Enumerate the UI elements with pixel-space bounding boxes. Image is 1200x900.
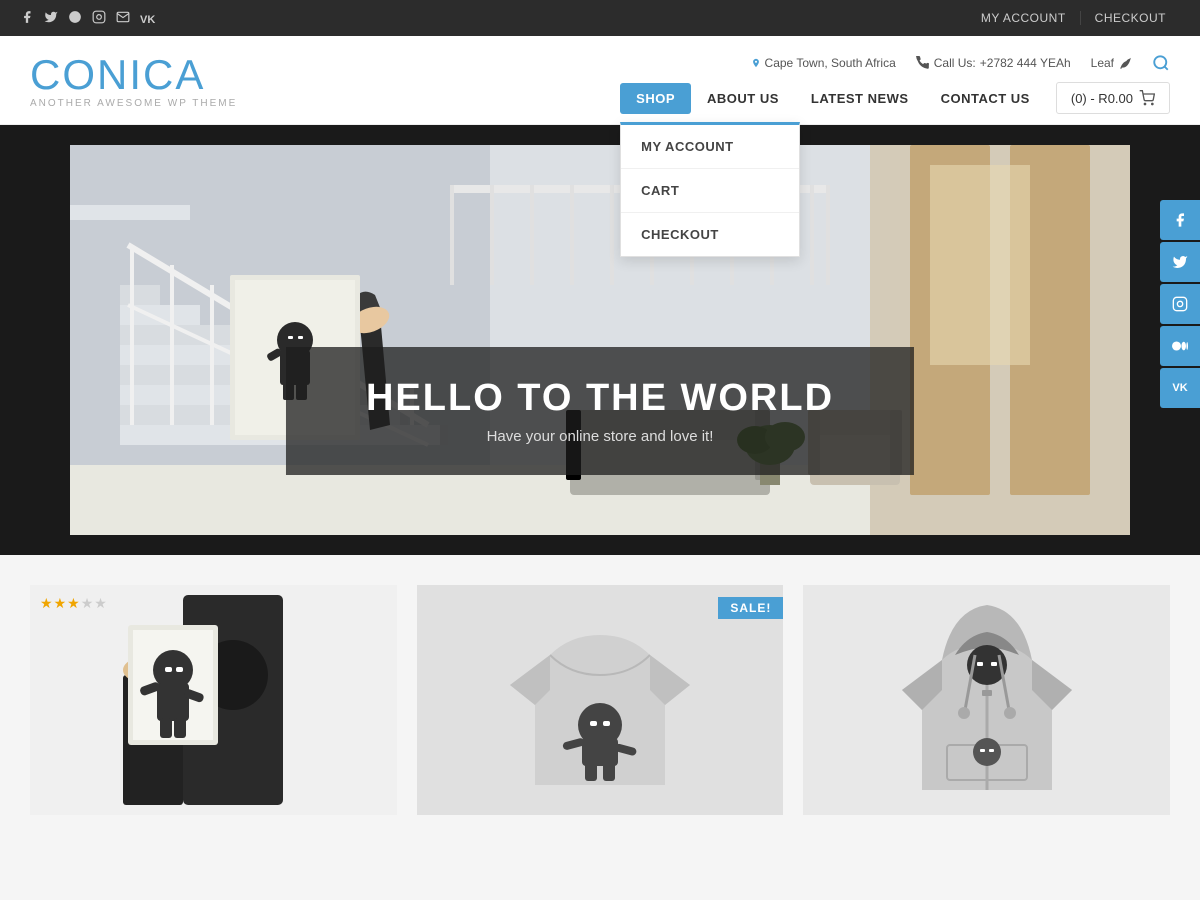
star-5: ★: [94, 595, 107, 612]
sale-badge: SALE!: [718, 597, 783, 619]
products-grid: ★ ★ ★ ★ ★: [30, 585, 1170, 815]
phone-info: Call Us: +2782 444 YEAh: [916, 56, 1071, 70]
vk-social-link[interactable]: VK: [140, 11, 155, 26]
nav-about-us[interactable]: ABOUT US: [691, 83, 795, 114]
dropdown-checkout[interactable]: CHECKOUT: [621, 213, 799, 256]
twitter-social-link[interactable]: [44, 10, 58, 27]
star-3: ★: [67, 595, 80, 612]
sidebar-instagram-btn[interactable]: [1160, 284, 1200, 324]
facebook-social-link[interactable]: [20, 10, 34, 27]
dropdown-my-account[interactable]: MY ACCOUNT: [621, 125, 799, 169]
sidebar-twitter-btn[interactable]: [1160, 242, 1200, 282]
navigation: SHOP MY ACCOUNT CART CHECKOUT ABOUT US L…: [620, 82, 1170, 114]
location-info: Cape Town, South Africa: [751, 56, 896, 70]
header-info: Cape Town, South Africa Call Us: +2782 4…: [751, 54, 1170, 72]
top-bar: VK MY ACCOUNT CHECKOUT: [0, 0, 1200, 36]
nav-contact-us[interactable]: CONTACT US: [925, 83, 1046, 114]
instagram-social-link[interactable]: [92, 10, 106, 27]
header: CONICA ANOTHER AWESOME WP THEME Cape Tow…: [0, 36, 1200, 125]
nav-shop[interactable]: SHOP: [620, 83, 691, 114]
product-tshirt-svg: [500, 595, 700, 805]
product-card-1[interactable]: ★ ★ ★ ★ ★: [30, 585, 397, 815]
product-hoodie-svg: [887, 590, 1087, 810]
leaf-info: Leaf: [1091, 56, 1132, 70]
social-sidebar: VK: [1160, 200, 1200, 408]
hero-image: HELLO TO THE WORLD Have your online stor…: [70, 145, 1130, 535]
star-2: ★: [54, 595, 67, 612]
star-1: ★: [40, 595, 53, 612]
top-nav-links: MY ACCOUNT CHECKOUT: [967, 11, 1180, 25]
sidebar-facebook-btn[interactable]: [1160, 200, 1200, 240]
hero-title: HELLO TO THE WORLD: [366, 377, 834, 420]
site-tagline: ANOTHER AWESOME WP THEME: [30, 98, 620, 109]
dropdown-cart[interactable]: CART: [621, 169, 799, 213]
shop-nav-wrapper: SHOP MY ACCOUNT CART CHECKOUT: [620, 83, 691, 114]
hero-overlay: HELLO TO THE WORLD Have your online stor…: [286, 347, 914, 475]
logo-area: CONICA ANOTHER AWESOME WP THEME: [30, 54, 620, 109]
product-image-3: [803, 585, 1170, 815]
site-logo[interactable]: CONICA: [30, 54, 620, 96]
product-poster-svg: [103, 595, 323, 805]
product-rating-1: ★ ★ ★ ★ ★: [40, 595, 107, 612]
product-image-2: SALE!: [417, 585, 784, 815]
checkout-top-link[interactable]: CHECKOUT: [1080, 11, 1180, 25]
sidebar-medium-btn[interactable]: [1160, 326, 1200, 366]
sidebar-vk-btn[interactable]: VK: [1160, 368, 1200, 408]
products-section: ★ ★ ★ ★ ★: [0, 555, 1200, 815]
my-account-top-link[interactable]: MY ACCOUNT: [967, 11, 1080, 25]
product-card-3[interactable]: [803, 585, 1170, 815]
header-right: Cape Town, South Africa Call Us: +2782 4…: [620, 54, 1170, 114]
mail-social-link[interactable]: [116, 10, 130, 27]
search-icon[interactable]: [1152, 54, 1170, 72]
nav-latest-news[interactable]: LATEST NEWS: [795, 83, 925, 114]
shop-dropdown: MY ACCOUNT CART CHECKOUT: [620, 122, 800, 257]
product-card-2[interactable]: SALE!: [417, 585, 784, 815]
hero-section: HELLO TO THE WORLD Have your online stor…: [0, 125, 1200, 555]
hero-subtitle: Have your online store and love it!: [366, 428, 834, 445]
hero-illustration: [70, 145, 1130, 535]
cart-label: (0) - R0.00: [1071, 91, 1133, 106]
cart-button[interactable]: (0) - R0.00: [1056, 82, 1170, 114]
star-4: ★: [81, 595, 94, 612]
google-social-link[interactable]: [68, 10, 82, 27]
social-links: VK: [20, 10, 155, 27]
product-image-1: ★ ★ ★ ★ ★: [30, 585, 397, 815]
